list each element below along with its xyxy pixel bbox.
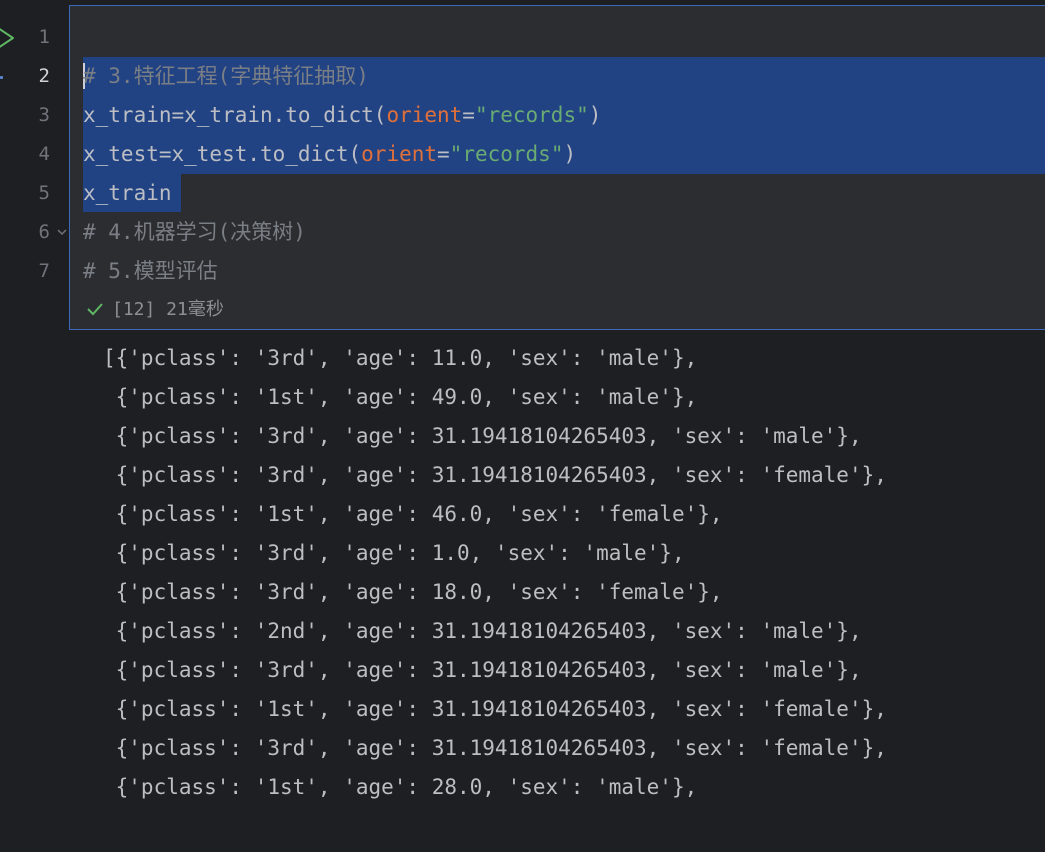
output-line: {'pclass': '3rd', 'age': 31.194181042654… [103,736,887,760]
line-number-1: 1 [38,26,50,48]
check-icon [87,303,103,316]
code-token: = [437,142,450,166]
code-token: ) [563,142,577,166]
line-number-6: 6 [38,221,50,243]
line-number-5: 5 [38,182,50,204]
execution-status: [12] 21毫秒 [86,296,224,324]
line-number-2: 2 [38,65,50,87]
output-line: [{'pclass': '3rd', 'age': 11.0, 'sex': '… [103,346,698,370]
code-token: x_test=x_test.to_dict( [83,142,362,166]
code-line-7[interactable]: # 5.模型评估 [83,252,218,291]
code-token: x_train=x_train.to_dict( [83,103,387,127]
output-line: {'pclass': '1st', 'age': 49.0, 'sex': 'm… [103,385,698,409]
output-line: {'pclass': '1st', 'age': 28.0, 'sex': 'm… [103,775,698,799]
code-token: ) [588,103,602,127]
code-token: = [462,103,475,127]
chevron-down-icon[interactable] [56,226,68,238]
gutter-marker [0,76,3,79]
code-line-4[interactable]: x_test=x_test.to_dict(orient="records") [83,135,576,174]
code-line-2[interactable]: # 3.特征工程(字典特征抽取) [83,57,369,96]
code-string: "records" [449,142,564,166]
output-line: {'pclass': '3rd', 'age': 1.0, 'sex': 'ma… [103,541,685,565]
code-line-6[interactable]: # 4.机器学习(决策树) [83,213,306,252]
line-number-3: 3 [38,104,50,126]
code-param: orient [361,142,438,166]
run-cell-icon[interactable] [0,26,16,50]
code-string: "records" [474,103,589,127]
line-number-4: 4 [38,143,50,165]
output-line: {'pclass': '1st', 'age': 46.0, 'sex': 'f… [103,502,723,526]
execution-status-text: [12] 21毫秒 [112,299,224,320]
output-line: {'pclass': '2nd', 'age': 31.194181042654… [103,619,862,643]
line-number-7: 7 [38,260,50,282]
output-line: {'pclass': '3rd', 'age': 31.194181042654… [103,658,862,682]
code-line-3[interactable]: x_train=x_train.to_dict(orient="records"… [83,96,601,135]
output-line: {'pclass': '3rd', 'age': 31.194181042654… [103,463,887,487]
code-line-5[interactable]: x_train [83,174,172,213]
code-param: orient [386,103,463,127]
output-line: {'pclass': '3rd', 'age': 18.0, 'sex': 'f… [103,580,723,604]
output-line: {'pclass': '1st', 'age': 31.194181042654… [103,697,887,721]
editor-gutter: 1 2 3 4 5 6 7 [0,0,69,330]
output-line: {'pclass': '3rd', 'age': 31.194181042654… [103,424,862,448]
